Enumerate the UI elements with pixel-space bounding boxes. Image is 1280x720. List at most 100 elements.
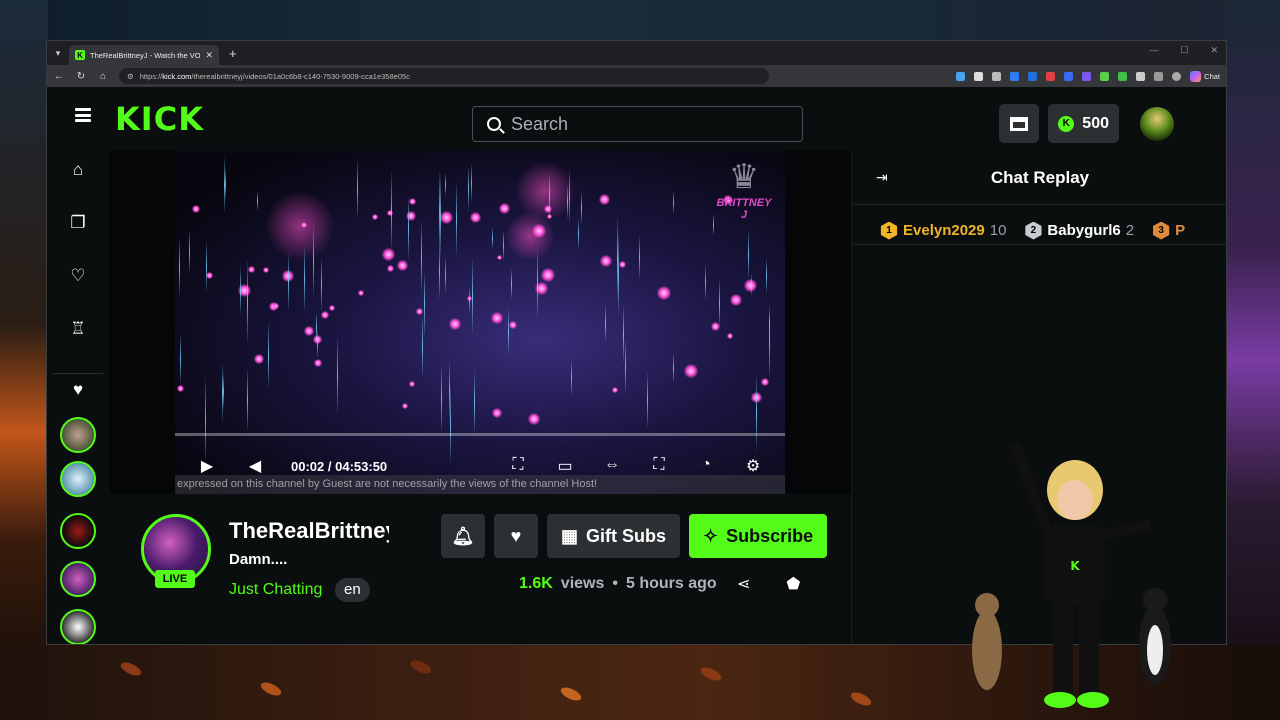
- extension-icon[interactable]: [974, 71, 984, 81]
- channel-name[interactable]: TheRealBrittney: [229, 518, 389, 544]
- collapse-chat-icon[interactable]: ⇥: [876, 169, 888, 186]
- fullscreen-icon[interactable]: ⛶: [649, 456, 669, 476]
- video-light-streak: [240, 266, 241, 315]
- close-window-icon[interactable]: ✕: [1210, 45, 1218, 56]
- home-icon[interactable]: ⌂: [97, 71, 109, 82]
- top-right-actions: K 500: [999, 104, 1174, 143]
- tab-close-icon[interactable]: ✕: [205, 50, 213, 61]
- extension-icon[interactable]: [1100, 71, 1110, 81]
- extension-icon[interactable]: [1136, 71, 1146, 81]
- top-nav: KICK Search K 500: [47, 87, 1226, 151]
- site-info-icon[interactable]: ⚙: [127, 72, 134, 81]
- extension-icon[interactable]: [1028, 71, 1038, 81]
- search-input[interactable]: Search: [472, 106, 803, 142]
- rank-badge-icon: 2: [1025, 221, 1042, 240]
- video-light-orb: [397, 260, 408, 271]
- share-icon[interactable]: ⋖: [737, 574, 750, 594]
- rank-badge-icon: 1: [880, 221, 898, 240]
- maximize-icon[interactable]: ☐: [1180, 45, 1188, 56]
- followed-channel-avatar[interactable]: [60, 417, 96, 453]
- video-light-streak: [180, 333, 181, 385]
- tab-kick[interactable]: K TheRealBrittneyJ - Watch the VOD ✕: [69, 45, 219, 65]
- notification-button[interactable]: 🔔︎: [441, 514, 485, 558]
- kicks-balance-button[interactable]: K 500: [1048, 104, 1119, 143]
- language-tag[interactable]: en: [335, 578, 370, 602]
- video-light-streak: [474, 369, 475, 436]
- extensions-row: Chat: [956, 70, 1220, 82]
- extension-icon[interactable]: [1010, 71, 1020, 81]
- video-light-streak: [424, 270, 425, 339]
- video-light-streak: [618, 232, 619, 317]
- live-badge: LIVE: [155, 570, 195, 588]
- subscribe-button[interactable]: ✧ Subscribe: [689, 514, 828, 558]
- window-controls: — ☐ ✕: [1149, 45, 1218, 56]
- playback-speed-icon[interactable]: ◔: [696, 456, 716, 476]
- video-light-streak: [223, 373, 224, 410]
- video-light-orb: [321, 311, 329, 319]
- settings-icon[interactable]: ⚙: [743, 456, 763, 476]
- channel-info: LIVE TheRealBrittney Damn.... Just Chatt…: [109, 494, 851, 644]
- progress-bar[interactable]: [175, 433, 785, 436]
- follow-button[interactable]: ♥: [494, 514, 538, 558]
- menu-icon[interactable]: [75, 108, 91, 122]
- leaderboard-item[interactable]: 3P: [1152, 221, 1190, 240]
- video-light-orb: [409, 381, 415, 387]
- chat-button[interactable]: Chat: [1190, 70, 1220, 82]
- bell-icon: 🔔︎: [451, 525, 475, 546]
- extension-icon[interactable]: [1046, 71, 1056, 81]
- leaderboard-item[interactable]: 1 Evelyn2029 10: [880, 221, 1006, 240]
- home-nav-icon[interactable]: ⌂: [69, 161, 87, 179]
- extension-icon[interactable]: [1082, 71, 1092, 81]
- video-light-streak: [578, 218, 579, 250]
- video-light-streak: [492, 227, 493, 249]
- tab-search-button[interactable]: ▾: [47, 48, 69, 59]
- video-light-streak: [440, 172, 441, 261]
- video-light-streak: [569, 169, 570, 224]
- category-link[interactable]: Just Chatting: [229, 581, 322, 599]
- creator-dashboard-icon[interactable]: ♖: [69, 320, 87, 338]
- video-light-orb: [619, 261, 626, 268]
- back-icon[interactable]: ←: [53, 71, 65, 82]
- followed-channel-avatar[interactable]: [60, 561, 96, 597]
- play-icon[interactable]: ▶: [197, 456, 217, 476]
- followed-channel-avatar[interactable]: [60, 461, 96, 497]
- minimize-icon[interactable]: —: [1149, 45, 1158, 56]
- tab-bar: ▾ K TheRealBrittneyJ - Watch the VOD ✕ +…: [47, 41, 1226, 65]
- extension-icon[interactable]: [956, 71, 966, 81]
- video-player[interactable]: ♛ BRITTNEY J ▶ ◀ 00:02 / 04:53:50 ⛶ ▭ ⇔ …: [109, 151, 851, 494]
- kick-logo[interactable]: KICK: [115, 101, 204, 137]
- extensions-menu-icon[interactable]: [1154, 71, 1164, 81]
- tab-title: TheRealBrittneyJ - Watch the VOD: [90, 50, 201, 60]
- video-light-streak: [313, 222, 314, 297]
- theater-mode-icon[interactable]: ⇔: [602, 456, 622, 476]
- gift-button[interactable]: [999, 104, 1040, 143]
- video-light-streak: [456, 181, 457, 257]
- extension-icon[interactable]: [1064, 71, 1074, 81]
- mini-player-icon[interactable]: ▭: [555, 456, 575, 476]
- followed-channel-avatar[interactable]: [60, 513, 96, 549]
- video-light-orb: [528, 413, 540, 425]
- profile-icon[interactable]: [1172, 71, 1182, 81]
- leaderboard-item[interactable]: 2 Babygurl6 2: [1024, 221, 1134, 240]
- sidebar-divider: [53, 373, 103, 374]
- video-frame[interactable]: ♛ BRITTNEY J ▶ ◀ 00:02 / 04:53:50 ⛶ ▭ ⇔ …: [175, 151, 785, 494]
- extension-icon[interactable]: [992, 71, 1002, 81]
- browse-nav-icon[interactable]: ❐: [69, 214, 87, 232]
- new-tab-button[interactable]: +: [229, 46, 237, 61]
- report-icon[interactable]: ⬟: [786, 574, 800, 594]
- video-light-orb: [684, 364, 698, 378]
- video-light-orb: [402, 403, 408, 409]
- reload-icon[interactable]: ↻: [75, 71, 87, 82]
- video-light-streak: [503, 230, 504, 261]
- following-nav-icon[interactable]: ♡: [69, 267, 87, 285]
- clip-icon[interactable]: ⛶: [508, 456, 528, 476]
- video-light-streak: [468, 166, 469, 211]
- url-input[interactable]: ⚙ https://kick.com/therealbrittneyj/vide…: [119, 68, 769, 84]
- volume-icon[interactable]: ◀: [245, 456, 265, 476]
- extension-icon[interactable]: [1118, 71, 1128, 81]
- user-avatar[interactable]: [1140, 106, 1174, 141]
- gift-subs-button[interactable]: ▦ Gift Subs: [547, 514, 681, 558]
- vod-action-icons: ⋖ ⬟: [737, 574, 800, 594]
- followed-channel-avatar[interactable]: [60, 609, 96, 644]
- video-light-orb: [541, 268, 555, 282]
